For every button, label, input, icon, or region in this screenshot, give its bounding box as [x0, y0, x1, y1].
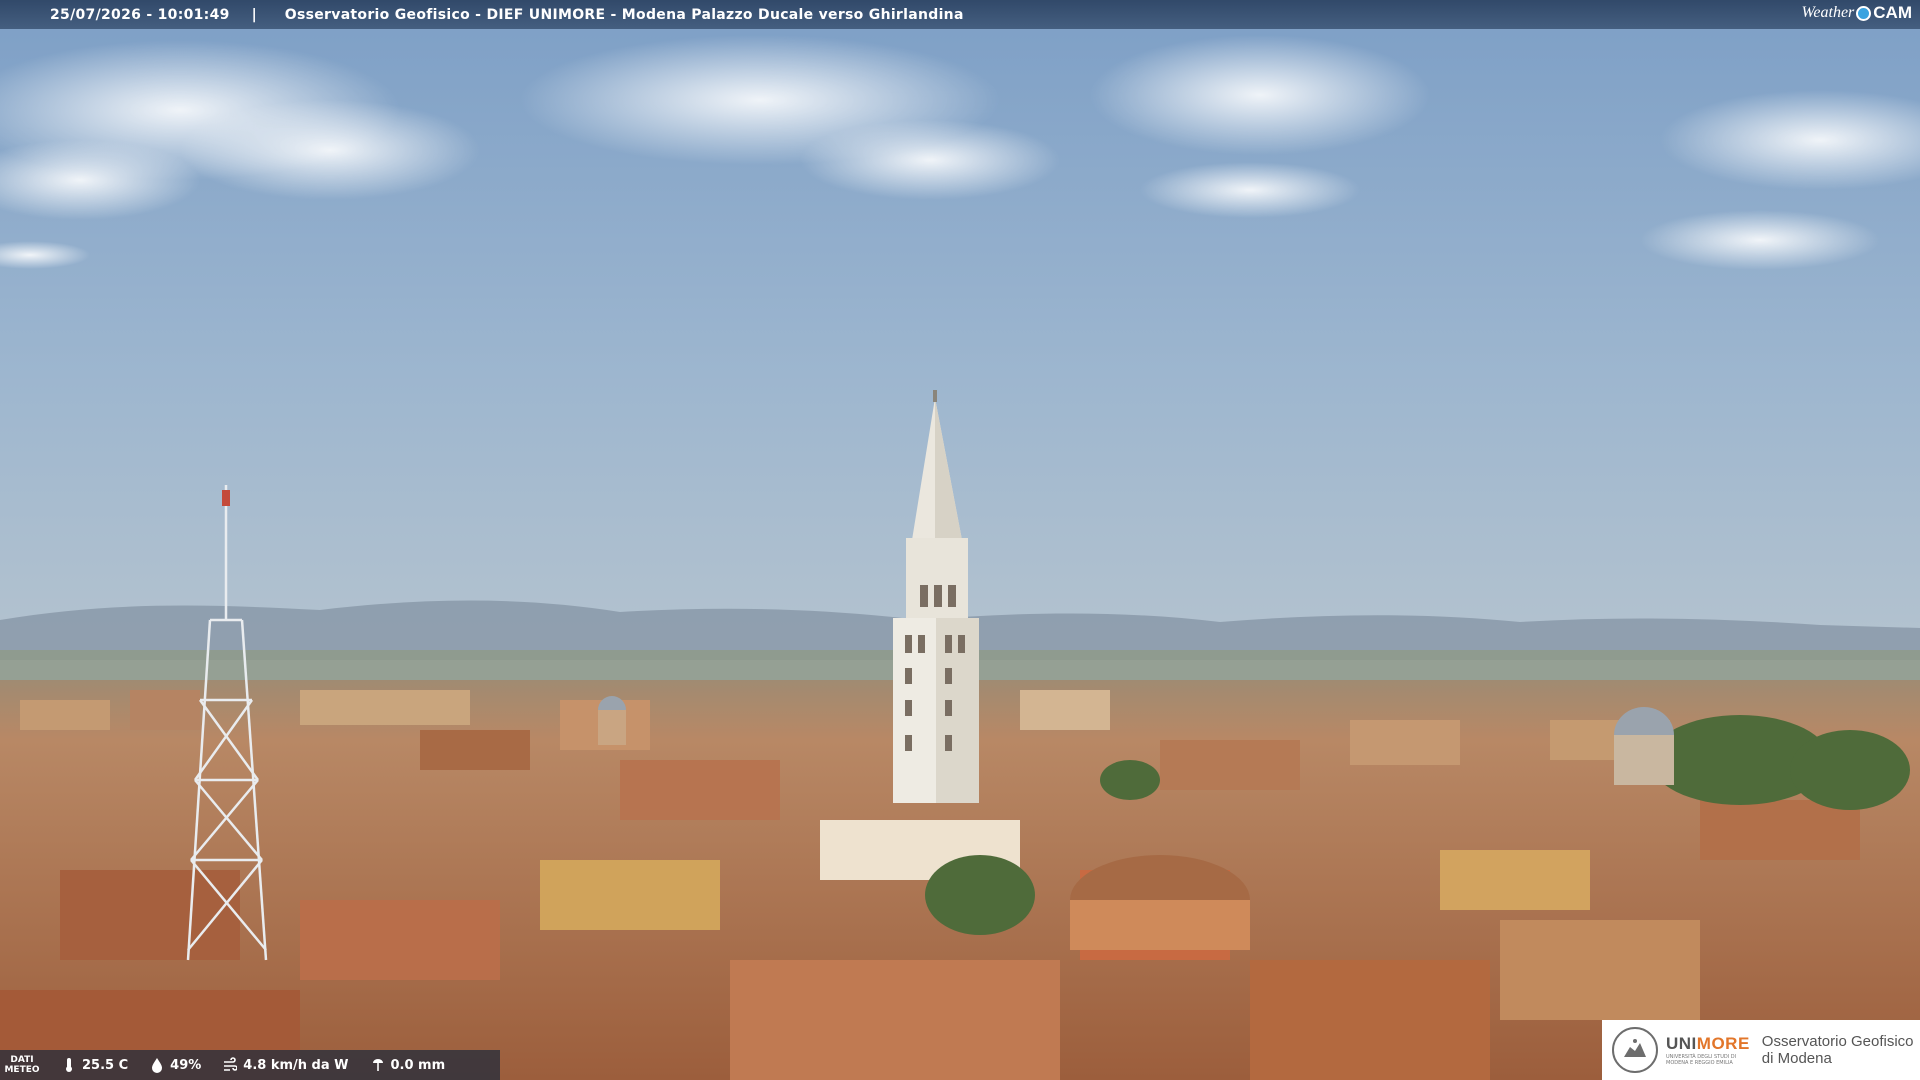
camera-caption: Osservatorio Geofisico - DIEF UNIMORE - … — [284, 6, 964, 23]
humidity-reading: 49% — [150, 1057, 201, 1073]
rain-reading: 0.0 mm — [371, 1057, 446, 1073]
thermometer-icon — [66, 1058, 72, 1072]
dati-label-line2: METEO — [4, 1065, 40, 1075]
dati-label-line1: DATI — [10, 1055, 34, 1065]
unimore-name: UNIMORE — [1666, 1034, 1750, 1054]
webcam-image — [0, 0, 1920, 1080]
brand-dot-icon — [1856, 5, 1872, 21]
brand-weather-text: Weather — [1801, 4, 1855, 21]
humidity-drop-icon — [152, 1058, 163, 1073]
humidity-value: 49% — [170, 1057, 202, 1073]
top-overlay-bar: 25/07/2026 - 10:01:49 | Osservatorio Geo… — [0, 0, 1920, 29]
unimore-wordmark: UNIMORE UNIVERSITÀ DEGLI STUDI DI MODENA… — [1666, 1034, 1750, 1066]
university-seal-icon — [1612, 1027, 1658, 1073]
unimore-name-part2: MORE — [1696, 1034, 1750, 1053]
observatory-line1: Osservatorio Geofisico — [1761, 1033, 1914, 1050]
unimore-logo-panel: UNIMORE UNIVERSITÀ DEGLI STUDI DI MODENA… — [1602, 1020, 1920, 1080]
rain-value: 0.0 mm — [390, 1057, 446, 1073]
rain-gauge-icon — [372, 1059, 383, 1071]
temperature-reading: 25.5 C — [62, 1057, 128, 1073]
dati-meteo-label: DATI METEO — [4, 1055, 40, 1075]
temperature-value: 25.5 C — [82, 1057, 129, 1073]
wind-icon — [224, 1057, 238, 1071]
timestamp: 25/07/2026 - 10:01:49 — [50, 6, 230, 23]
weathercam-logo: Weather CAM — [1802, 3, 1912, 23]
unimore-subtitle: UNIVERSITÀ DEGLI STUDI DI MODENA E REGGI… — [1666, 1054, 1737, 1066]
weather-data-strip: DATI METEO 25.5 C 49% 4.8 km/h da W 0.0 … — [0, 1050, 500, 1080]
mast-top-light — [222, 490, 230, 506]
seal-emblem-icon — [1624, 1039, 1646, 1057]
observatory-line2: di Modena — [1761, 1050, 1832, 1067]
wind-reading: 4.8 km/h da W — [223, 1057, 349, 1073]
wind-value: 4.8 km/h da W — [243, 1057, 349, 1073]
observatory-name: Osservatorio Geofisico di Modena — [1762, 1033, 1914, 1067]
brand-cam-text: CAM — [1873, 3, 1912, 22]
separator: | — [251, 6, 257, 23]
unimore-name-part1: UNI — [1666, 1034, 1697, 1053]
